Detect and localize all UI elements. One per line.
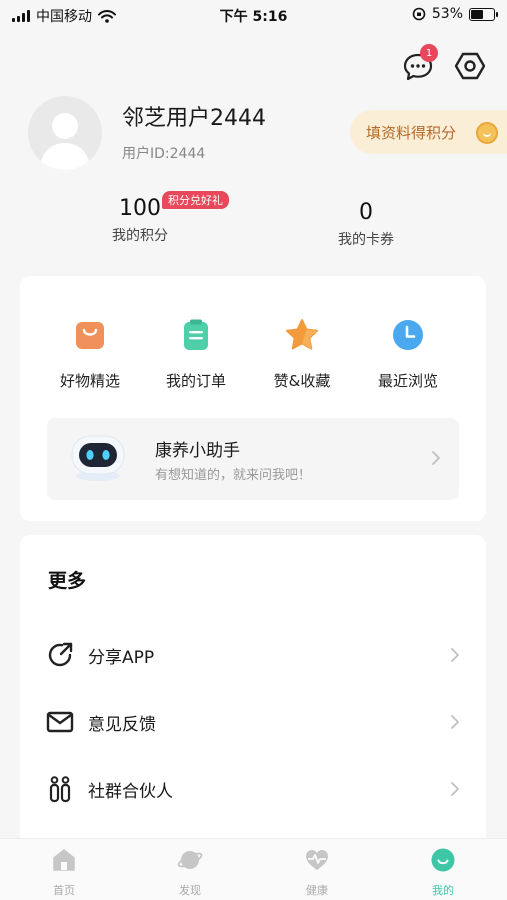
coin-icon [476,122,498,144]
home-icon [53,849,75,871]
clock-icon [393,320,423,350]
menu-row-community-partner[interactable]: 社群合伙人 [20,759,486,819]
tab-home[interactable]: 首页 [24,847,104,898]
menu-row-feedback[interactable]: 意见反馈 [20,692,486,752]
chevron-right-icon [451,715,459,729]
message-badge: 1 [420,44,438,62]
mail-icon [46,711,74,733]
battery-icon [469,7,498,21]
shortcut-label: 我的订单 [165,372,226,390]
tab-label: 我的 [432,884,454,897]
fill-profile-label: 填资料得积分 [366,123,457,142]
smile-icon [431,848,455,872]
more-section-title: 更多 [48,570,87,592]
shortcut-label: 好物精选 [59,372,120,390]
people-icon [49,776,71,803]
share-icon [48,642,73,667]
chevron-right-icon [451,648,459,662]
status-bar: 中国移动 下午 5:16 53% [0,0,507,30]
clipboard-icon [184,319,208,350]
shopping-bag-icon [76,322,104,349]
robot-icon [71,435,125,481]
username: 邻芝用户2444 [122,106,266,131]
coupons-value: 0 [359,200,373,225]
assistant-title: 康养小助手 [155,441,240,461]
fill-profile-button[interactable]: 填资料得积分 [350,110,507,154]
menu-row-label: 分享APP [88,648,155,668]
star-icon [286,319,318,350]
assistant-subtitle: 有想知道的，就来问我吧！ [155,468,312,483]
tab-health[interactable]: 健康 [277,847,357,898]
chevron-right-icon [451,782,459,796]
chevron-right-icon [432,451,440,465]
shortcut-featured-goods[interactable]: 好物精选 [40,318,140,391]
battery-percent: 53% [431,6,463,22]
shortcut-label: 最近浏览 [377,372,438,390]
tab-discover[interactable]: 发现 [150,847,230,898]
user-id: 用户ID:2444 [122,146,206,162]
heartbeat-icon [306,850,328,870]
menu-row-label: 意见反馈 [88,715,156,735]
shortcut-my-orders[interactable]: 我的订单 [146,318,246,391]
bottom-tab-bar: 首页 发现 健康 我的 [0,838,507,900]
menu-row-share-app[interactable]: 分享APP [20,625,486,685]
menu-row-label: 社群合伙人 [88,782,173,802]
points-label: 我的积分 [112,228,168,244]
tab-mine[interactable]: 我的 [403,847,483,898]
points-redeem-tag[interactable]: 积分兑好礼 [162,191,229,209]
coupons-stat[interactable]: 0 我的卡券 [316,200,416,249]
default-avatar-icon [40,113,90,170]
settings-icon[interactable] [454,50,486,82]
coupons-label: 我的卡券 [338,232,394,248]
tab-label: 发现 [179,884,201,897]
tab-label: 健康 [306,884,328,897]
shortcut-likes-favorites[interactable]: 赞&收藏 [252,318,352,391]
tab-label: 首页 [53,884,75,897]
health-assistant-banner[interactable]: 康养小助手 有想知道的，就来问我吧！ [47,418,459,500]
orientation-lock-icon [412,7,426,21]
avatar[interactable] [28,96,102,170]
shortcut-label: 赞&收藏 [273,372,331,390]
planet-icon [177,851,203,869]
shortcut-recent-views[interactable]: 最近浏览 [358,318,458,391]
